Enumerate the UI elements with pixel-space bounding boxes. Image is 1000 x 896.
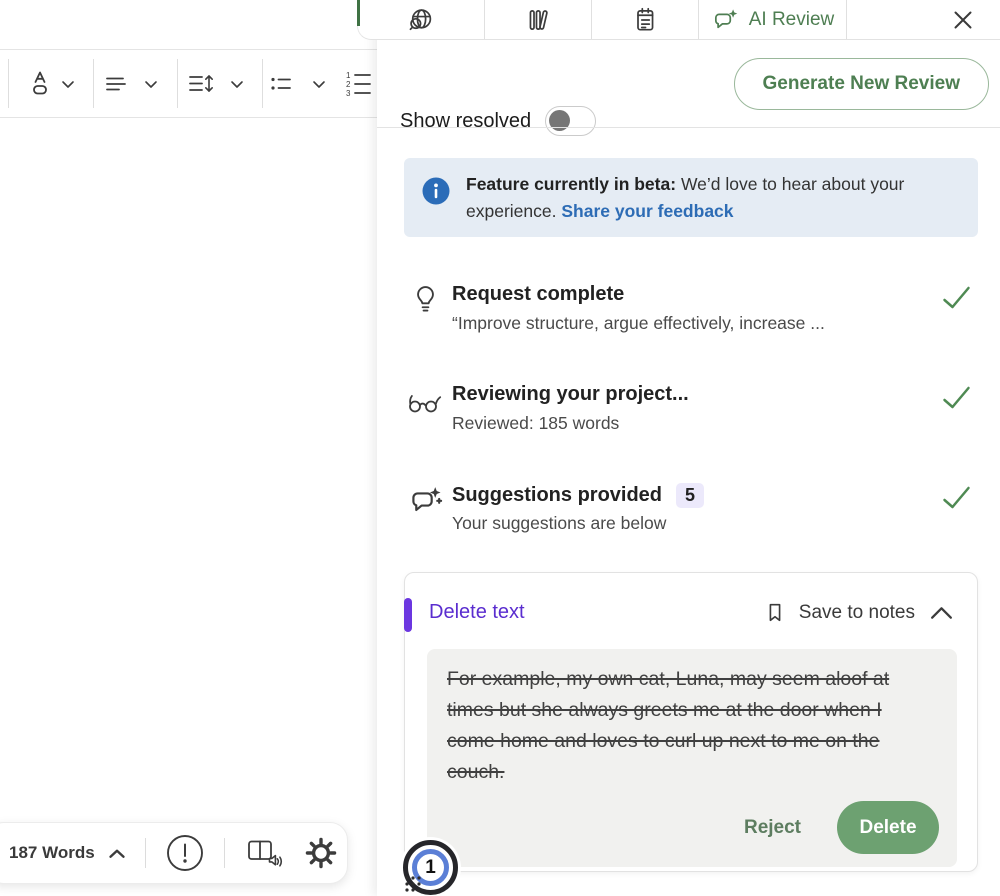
alignment-icon xyxy=(103,73,129,95)
step-subtitle: Your suggestions are below xyxy=(452,513,666,534)
generate-new-review-button[interactable]: Generate New Review xyxy=(734,58,989,110)
save-to-notes-label: Save to notes xyxy=(799,602,915,624)
check-icon xyxy=(941,285,972,311)
text-color-dropdown[interactable] xyxy=(61,79,75,89)
chevron-up-icon xyxy=(107,847,127,860)
step-subtitle: Reviewed: 185 words xyxy=(452,413,619,434)
numbered-list-icon: 1 2 3 xyxy=(344,70,377,98)
panel-tab-bar: AI Review xyxy=(357,0,1000,40)
step-request-complete: Request complete “Improve structure, arg… xyxy=(377,283,1000,347)
numbered-list-button[interactable]: 1 2 3 xyxy=(344,70,377,98)
toolbar-bottom-border xyxy=(0,117,377,118)
web-search-icon xyxy=(406,6,436,34)
step-title: Suggestions provided xyxy=(452,484,662,507)
svg-text:2: 2 xyxy=(346,80,351,89)
info-icon xyxy=(422,177,450,205)
word-count[interactable]: 187 Words xyxy=(9,843,95,863)
chevron-down-icon xyxy=(312,79,326,89)
beta-banner: Feature currently in beta: We’d love to … xyxy=(404,158,978,237)
panel-header: Show resolved Generate New Review xyxy=(377,40,1000,127)
gear-icon xyxy=(303,835,339,871)
bullet-list-icon xyxy=(268,73,294,95)
suggestion-card: Delete text Save to notes For example, m… xyxy=(404,572,978,872)
read-aloud-book-icon xyxy=(243,837,283,869)
tab-bar-accent xyxy=(357,0,360,26)
svg-text:3: 3 xyxy=(346,89,351,98)
tab-ai-review-label: AI Review xyxy=(749,9,835,31)
tab-ai-review[interactable]: AI Review xyxy=(699,0,847,39)
alignment-dropdown[interactable] xyxy=(144,79,158,89)
tab-web-search[interactable] xyxy=(358,0,485,39)
settings-button[interactable] xyxy=(303,835,339,871)
check-icon xyxy=(941,385,972,411)
svg-text:1: 1 xyxy=(346,71,351,80)
suggestion-accent-bar xyxy=(404,598,412,632)
glasses-icon xyxy=(406,390,444,414)
alignment-button[interactable] xyxy=(103,73,129,95)
bookmark-icon xyxy=(764,600,786,625)
header-divider xyxy=(377,127,1000,128)
exclamation-circle-icon xyxy=(166,834,204,872)
lightbulb-icon xyxy=(411,284,440,315)
chevron-down-icon xyxy=(230,79,244,89)
alerts-button[interactable] xyxy=(166,834,204,872)
formatting-toolbar: 1 2 3 xyxy=(0,50,377,117)
line-spacing-button[interactable] xyxy=(186,72,216,96)
collapse-suggestion-button[interactable] xyxy=(928,604,955,621)
chevron-down-icon xyxy=(61,79,75,89)
marker-number: 1 xyxy=(425,857,436,879)
suggested-change-box: For example, my own cat, Luna, may seem … xyxy=(427,649,957,867)
ai-review-panel: Show resolved Generate New Review Featur… xyxy=(377,0,1000,896)
ai-review-icon xyxy=(711,7,739,32)
separator xyxy=(8,59,9,108)
delete-button[interactable]: Delete xyxy=(837,801,939,854)
tab-notes[interactable] xyxy=(592,0,699,39)
show-resolved-label: Show resolved xyxy=(400,110,531,133)
document-status-bar: 187 Words xyxy=(0,822,348,884)
step-subtitle: “Improve structure, argue effectively, i… xyxy=(452,313,825,334)
suggestions-count-badge: 5 xyxy=(676,483,704,508)
line-spacing-icon xyxy=(186,72,216,96)
beta-banner-bold: Feature currently in beta: xyxy=(466,174,676,194)
reject-button[interactable]: Reject xyxy=(744,817,801,839)
step-reviewing-project: Reviewing your project... Reviewed: 185 … xyxy=(377,383,1000,447)
text-color-button[interactable] xyxy=(26,69,54,99)
text-color-icon xyxy=(26,69,54,99)
chat-sparkle-icon xyxy=(407,485,443,515)
step-title: Request complete xyxy=(452,283,624,306)
word-count-expand-button[interactable] xyxy=(107,847,127,860)
editor-area: 1 2 3 187 Words xyxy=(0,0,377,896)
show-resolved-toggle[interactable] xyxy=(545,106,596,136)
notes-icon xyxy=(630,6,660,34)
library-icon xyxy=(523,6,553,34)
line-spacing-dropdown[interactable] xyxy=(230,79,244,89)
separator xyxy=(177,59,178,108)
chevron-up-icon xyxy=(928,604,955,621)
check-icon xyxy=(941,485,972,511)
suggested-deletion-text: For example, my own cat, Luna, may seem … xyxy=(447,664,919,788)
separator xyxy=(224,838,225,868)
step-suggestions-provided: Suggestions provided 5 Your suggestions … xyxy=(377,483,1000,547)
share-feedback-link[interactable]: Share your feedback xyxy=(561,201,733,221)
separator xyxy=(262,59,263,108)
close-icon xyxy=(948,5,978,35)
marker-drag-handle-dots xyxy=(404,875,424,895)
chevron-down-icon xyxy=(144,79,158,89)
separator xyxy=(93,59,94,108)
bullet-list-button[interactable] xyxy=(268,73,294,95)
close-panel-button[interactable] xyxy=(847,0,1000,39)
separator xyxy=(145,838,146,868)
bullet-list-dropdown[interactable] xyxy=(312,79,326,89)
suggestion-type-label: Delete text xyxy=(429,601,525,624)
beta-banner-text: Feature currently in beta: We’d love to … xyxy=(466,171,966,225)
read-aloud-button[interactable] xyxy=(243,837,283,869)
save-to-notes-button[interactable]: Save to notes xyxy=(764,600,915,625)
step-title: Reviewing your project... xyxy=(452,383,689,406)
tab-library[interactable] xyxy=(485,0,592,39)
